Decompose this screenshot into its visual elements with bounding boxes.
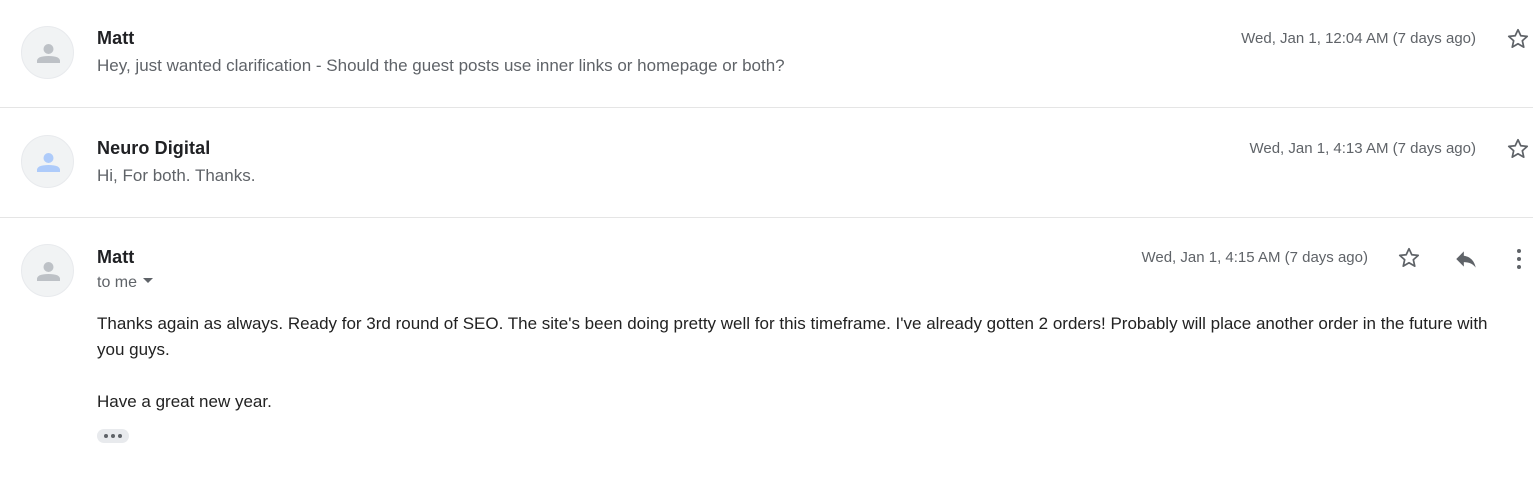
message-body: Thanks again as always. Ready for 3rd ro… [97,311,1517,415]
message-date: Wed, Jan 1, 4:15 AM (7 days ago) [1141,249,1368,266]
avatar [21,244,74,297]
ellipsis-icon[interactable] [97,429,129,443]
body-paragraph: Have a great new year. [97,392,272,411]
message-snippet: Hi, For both. Thanks. [97,166,256,185]
message-date: Wed, Jan 1, 4:13 AM (7 days ago) [1249,140,1476,157]
message-collapsed[interactable]: Matt Hey, just wanted clarification - Sh… [0,0,1533,108]
person-icon [37,153,60,172]
message-expanded: Matt to me Wed, Jan 1, 4:15 AM (7 days a… [0,218,1533,484]
message-date: Wed, Jan 1, 12:04 AM (7 days ago) [1241,30,1476,47]
avatar [21,135,74,188]
recipient-details-toggle[interactable]: to me [97,274,154,292]
body-paragraph: Thanks again as always. Ready for 3rd ro… [97,314,1488,359]
sender-name: Neuro Digital [97,138,211,158]
avatar [21,26,74,79]
reply-icon[interactable] [1453,246,1479,272]
star-icon[interactable] [1505,136,1531,162]
more-vert-icon[interactable] [1509,246,1529,272]
person-icon [37,44,60,63]
person-icon [37,262,60,281]
star-icon[interactable] [1505,26,1531,52]
message-snippet: Hey, just wanted clarification - Should … [97,56,785,75]
recipient-label: to me [97,274,138,291]
sender-name: Matt [97,247,135,267]
star-icon[interactable] [1396,245,1422,271]
message-collapsed[interactable]: Neuro Digital Hi, For both. Thanks. Wed,… [0,109,1533,218]
caret-down-icon[interactable] [143,278,154,284]
sender-name: Matt [97,28,135,48]
